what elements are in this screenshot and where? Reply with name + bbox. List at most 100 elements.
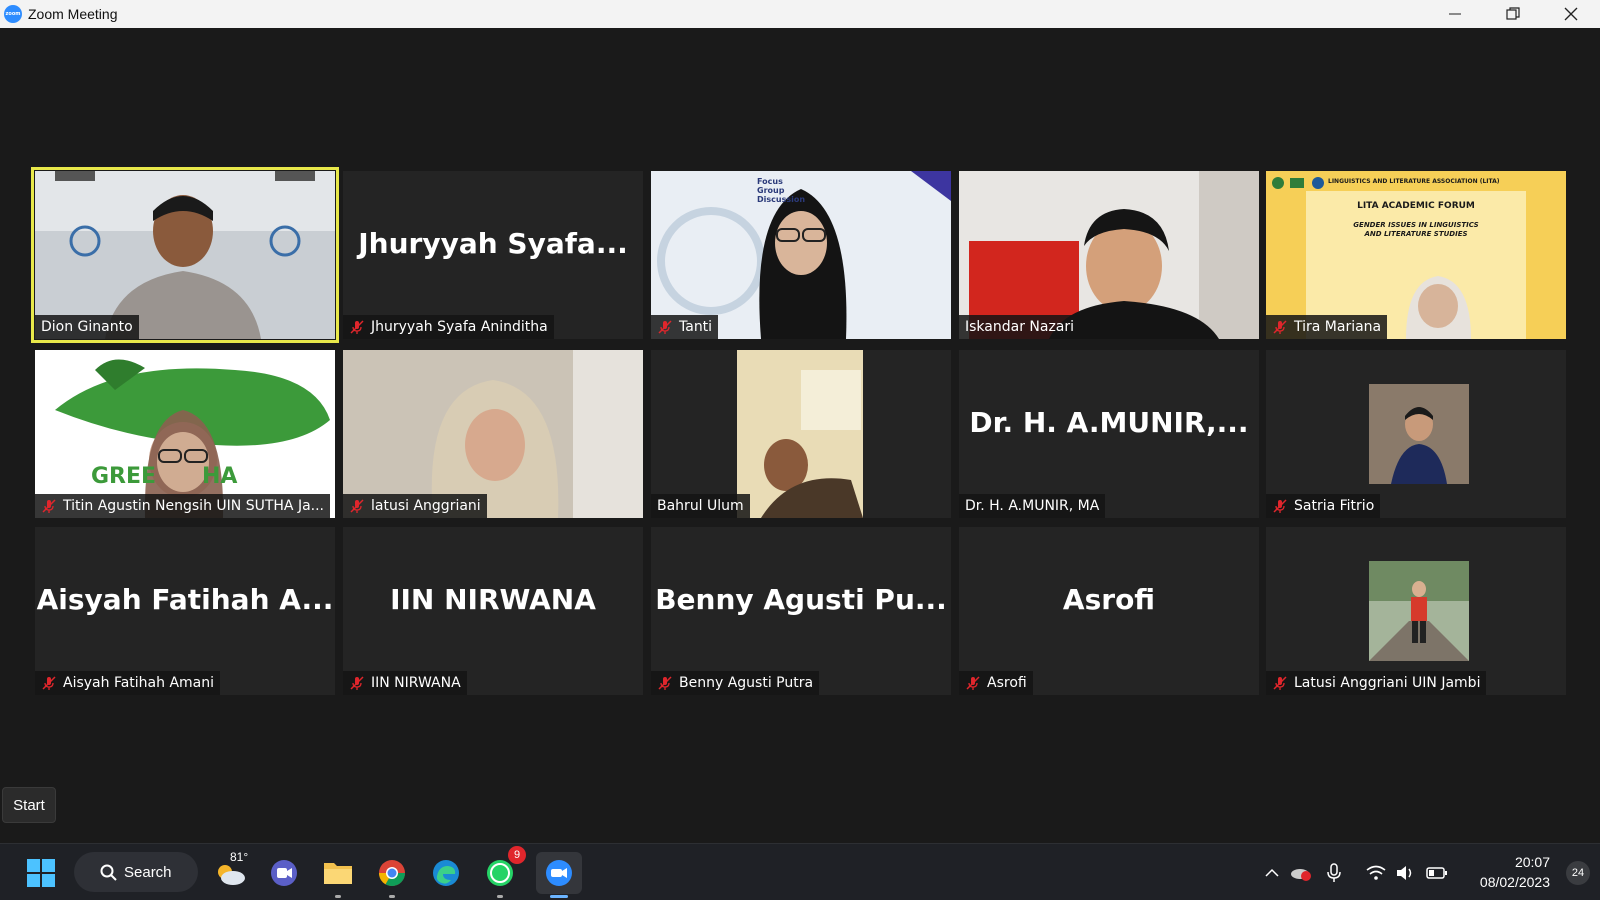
mic-muted-icon	[658, 320, 672, 334]
running-indicator	[497, 895, 503, 898]
show-hidden-icons-button[interactable]	[1260, 852, 1284, 894]
minimize-button[interactable]	[1426, 0, 1484, 28]
network-tray[interactable]	[1364, 852, 1388, 894]
participant-tile[interactable]: latusi Anggriani	[343, 350, 643, 518]
video-gallery: Dion Ginanto Jhuryyah Syafa... Jhuryyah …	[0, 28, 1600, 843]
weather-temp: 81°	[230, 850, 249, 864]
mic-muted-icon	[350, 320, 364, 334]
chevron-up-icon	[1265, 868, 1279, 877]
participant-name-label: Bahrul Ulum	[651, 494, 750, 518]
participant-tile[interactable]: GREE HA Titin Agustin Nengsih UIN SUTHA …	[35, 350, 335, 518]
taskbar-edge[interactable]	[426, 852, 466, 894]
taskbar-whatsapp[interactable]: 9	[480, 846, 526, 898]
mic-muted-icon	[1273, 499, 1287, 513]
participant-name-label: Tira Mariana	[1266, 315, 1388, 339]
participant-tile[interactable]: IIN NIRWANA IIN NIRWANA	[343, 527, 643, 695]
participant-display-name: Aisyah Fatihah A...	[36, 582, 334, 616]
participant-name-label: Aisyah Fatihah Amani	[35, 671, 221, 695]
participant-avatar	[1369, 561, 1469, 661]
participant-name-label: Titin Agustin Nengsih UIN SUTHA Ja...	[35, 494, 330, 518]
participant-tile[interactable]: Latusi Anggriani UIN Jambi	[1266, 527, 1566, 695]
start-tooltip: Start	[2, 787, 56, 823]
participant-tile[interactable]: Dr. H. A.MUNIR,... Dr. H. A.MUNIR, MA	[959, 350, 1259, 518]
taskbar-clock[interactable]: 20:07 08/02/2023	[1460, 852, 1550, 892]
mic-muted-icon	[1273, 320, 1287, 334]
taskbar-zoom[interactable]	[536, 852, 582, 898]
taskbar-search[interactable]: Search	[74, 852, 198, 892]
clock-date: 08/02/2023	[1479, 874, 1550, 890]
participant-display-name: Benny Agusti Pu...	[655, 582, 947, 616]
participant-name-label: Tanti	[651, 315, 719, 339]
participant-name-label: latusi Anggriani	[343, 494, 487, 518]
participant-name-label: Dion Ginanto	[35, 315, 139, 339]
taskbar-teams[interactable]	[264, 852, 304, 894]
participant-name-label: Satria Fitrio	[1266, 494, 1381, 518]
participant-tile[interactable]: Focus Group Discussion Tanti	[651, 171, 951, 339]
mic-muted-icon	[658, 676, 672, 690]
participant-display-name: IIN NIRWANA	[390, 582, 596, 616]
onedrive-tray[interactable]	[1288, 852, 1314, 894]
participant-name-label: Latusi Anggriani UIN Jambi	[1266, 671, 1487, 695]
speaker-icon	[1397, 866, 1412, 880]
taskbar-file-explorer[interactable]	[318, 852, 358, 898]
participant-tile[interactable]: Iskandar Nazari	[959, 171, 1259, 339]
cloud-error-icon	[1291, 869, 1311, 881]
wifi-icon	[1366, 865, 1386, 880]
windows-logo-icon	[27, 859, 55, 887]
participant-tile[interactable]: Dion Ginanto	[31, 167, 339, 343]
participant-name-label: Jhuryyah Syafa Aninditha	[343, 315, 554, 339]
minimize-icon	[1449, 13, 1461, 15]
participant-tile[interactable]: LINGUISTICS AND LITERATURE ASSOCIATION (…	[1266, 171, 1566, 339]
participant-display-name: Dr. H. A.MUNIR,...	[969, 405, 1249, 439]
search-label: Search	[124, 863, 172, 881]
participant-tile[interactable]: Bahrul Ulum	[651, 350, 951, 518]
zoom-logo-icon: zoom	[4, 5, 22, 23]
participant-name-label: Asrofi	[959, 671, 1033, 695]
slide-subtitle: GENDER ISSUES IN LINGUISTICS AND LITERAT…	[1353, 221, 1479, 238]
mic-muted-icon	[350, 499, 364, 513]
search-icon	[100, 864, 117, 881]
whatsapp-icon	[487, 860, 513, 886]
participant-display-name: Asrofi	[1062, 582, 1156, 616]
participant-name-label: IIN NIRWANA	[343, 671, 467, 695]
close-icon	[1564, 7, 1578, 21]
background-text: GREE HA	[91, 464, 238, 489]
start-button[interactable]	[20, 852, 62, 894]
close-button[interactable]	[1542, 0, 1600, 28]
participant-name-label: Benny Agusti Putra	[651, 671, 820, 695]
mic-muted-icon	[42, 499, 56, 513]
taskbar-chrome[interactable]	[372, 852, 412, 898]
restore-button[interactable]	[1484, 0, 1542, 28]
title-bar: zoom Zoom Meeting	[0, 0, 1600, 28]
running-indicator	[389, 895, 395, 898]
taskbar: Search 81° 9 20:07 08/02/2023 24	[0, 843, 1600, 900]
mic-muted-icon	[42, 676, 56, 690]
participant-video	[959, 171, 1259, 339]
participant-video	[35, 171, 335, 339]
window-controls	[1426, 0, 1600, 28]
mic-muted-icon	[350, 676, 364, 690]
participant-tile[interactable]: Jhuryyah Syafa... Jhuryyah Syafa Anindit…	[343, 171, 643, 339]
participant-video	[35, 350, 335, 518]
slide-title: LITA ACADEMIC FORUM	[1357, 201, 1475, 211]
notification-badge: 9	[508, 846, 526, 864]
participant-name-label: Iskandar Nazari	[959, 315, 1081, 339]
volume-tray[interactable]	[1394, 852, 1418, 894]
window-title: Zoom Meeting	[28, 6, 118, 22]
slide-header: LINGUISTICS AND LITERATURE ASSOCIATION (…	[1328, 178, 1500, 185]
folder-icon	[324, 863, 352, 884]
microphone-tray[interactable]	[1322, 852, 1346, 894]
active-indicator	[550, 895, 568, 898]
slide-text: Focus Group Discussion	[757, 177, 806, 204]
participant-tile[interactable]: Asrofi Asrofi	[959, 527, 1259, 695]
participant-video	[1266, 171, 1566, 339]
battery-icon	[1426, 867, 1447, 879]
notification-center-button[interactable]: 24	[1566, 861, 1590, 885]
participant-tile[interactable]: Satria Fitrio	[1266, 350, 1566, 518]
participant-video	[343, 350, 643, 518]
participant-tile[interactable]: Aisyah Fatihah A... Aisyah Fatihah Amani	[35, 527, 335, 695]
chrome-icon	[378, 860, 406, 887]
battery-tray[interactable]	[1424, 852, 1450, 894]
zoom-app-icon	[546, 860, 572, 886]
participant-tile[interactable]: Benny Agusti Pu... Benny Agusti Putra	[651, 527, 951, 695]
